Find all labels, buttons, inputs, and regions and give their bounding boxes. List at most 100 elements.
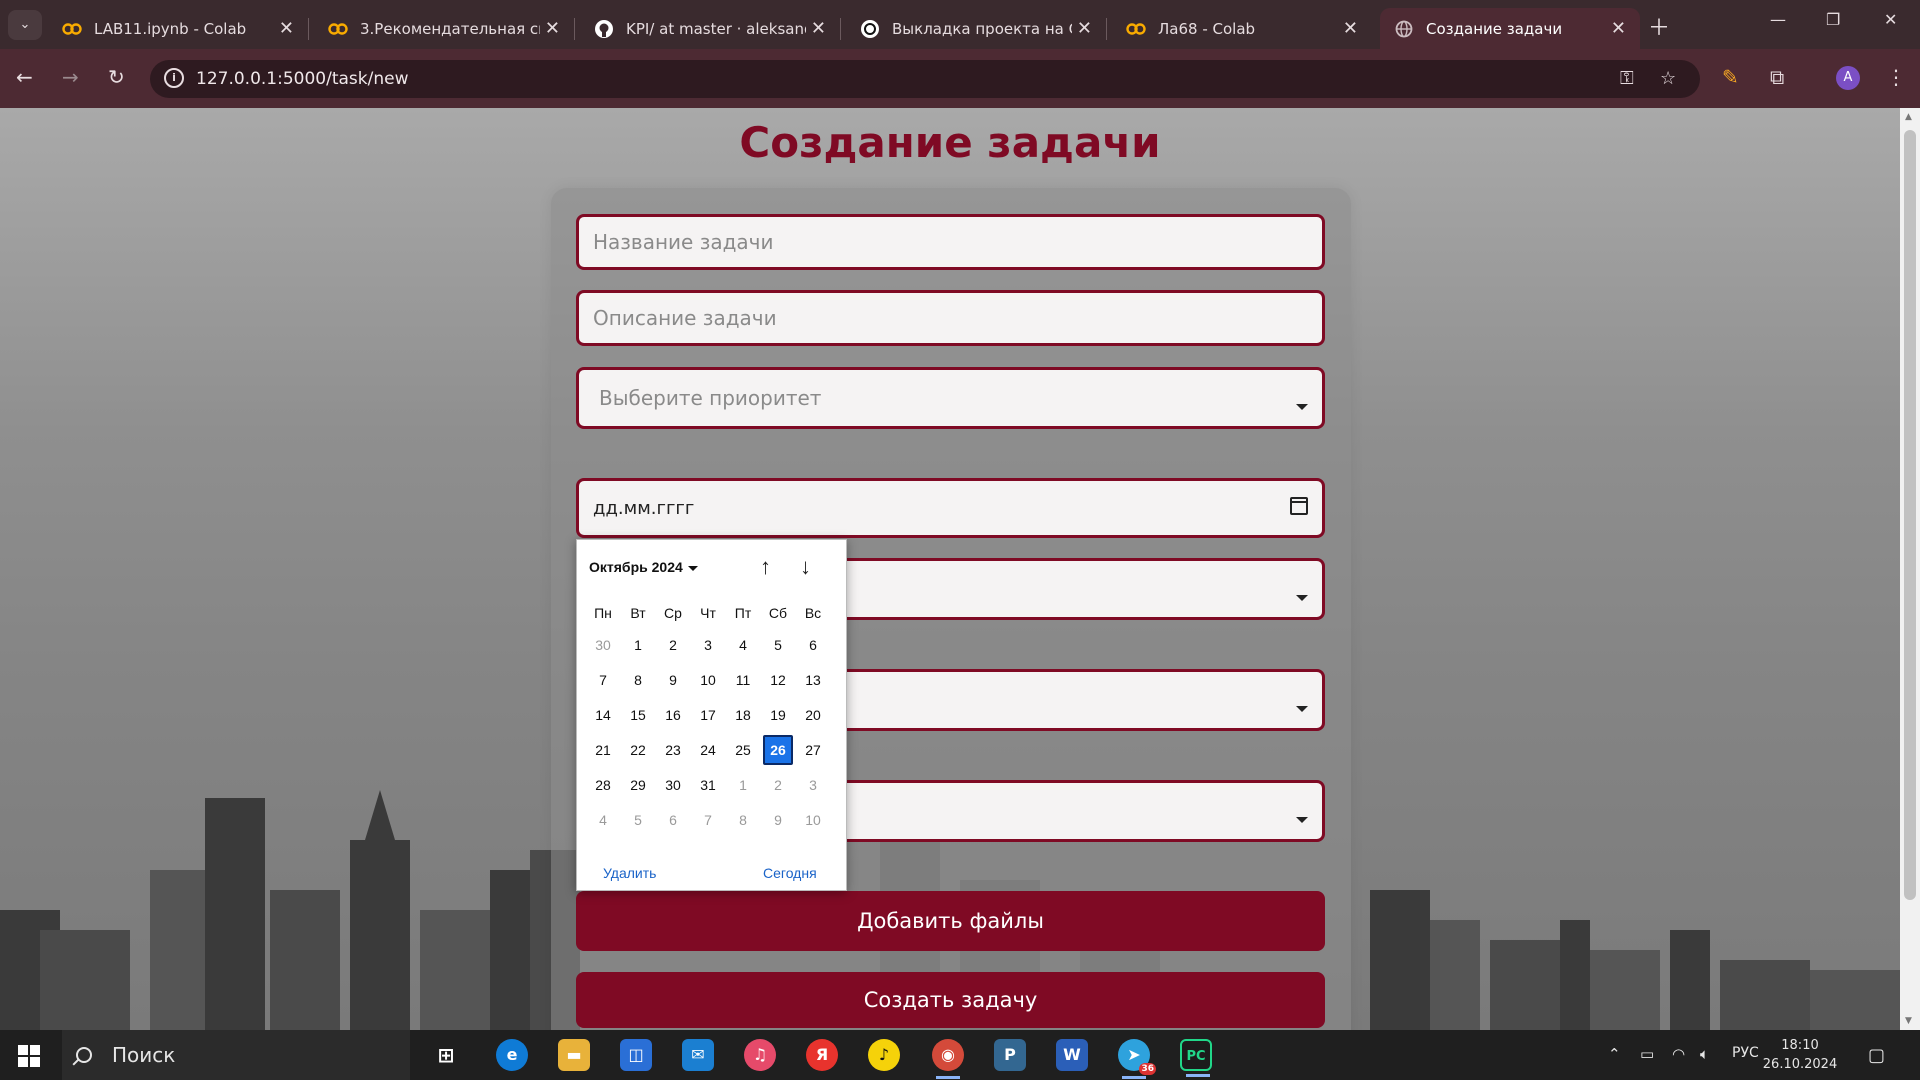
today-button[interactable]: Сегодня	[763, 865, 817, 881]
calendar-day[interactable]: 9	[763, 805, 793, 835]
month-year-selector[interactable]: Октябрь 2024	[589, 559, 698, 575]
tab-search-button[interactable]: ⌄	[8, 10, 42, 40]
calendar-day[interactable]: 19	[763, 700, 793, 730]
windows-start-icon[interactable]	[18, 1045, 40, 1067]
itunes-icon[interactable]: ♫	[744, 1039, 776, 1071]
calendar-day[interactable]: 16	[658, 700, 688, 730]
calendar-day[interactable]: 6	[658, 805, 688, 835]
pencil-icon[interactable]: ✎	[1722, 65, 1739, 89]
scroll-down-arrow-icon[interactable]: ▼	[1905, 1016, 1912, 1026]
calendar-day[interactable]: 1	[623, 630, 653, 660]
scrollbar-thumb[interactable]	[1904, 130, 1916, 900]
url-text[interactable]: 127.0.0.1:5000/task/new	[196, 69, 408, 89]
calendar-day[interactable]: 28	[588, 770, 618, 800]
calendar-icon[interactable]	[1290, 497, 1308, 515]
edge-icon[interactable]: e	[496, 1039, 528, 1071]
close-icon[interactable]: ✕	[545, 18, 560, 39]
calendar-day[interactable]: 5	[763, 630, 793, 660]
calendar-day[interactable]: 9	[658, 665, 688, 695]
calendar-day[interactable]: 29	[623, 770, 653, 800]
new-tab-button[interactable]: ＋	[1648, 10, 1670, 42]
calendar-day[interactable]: 7	[693, 805, 723, 835]
tab-lab11-colab[interactable]: LAB11.ipynb - Colab ✕	[48, 8, 309, 49]
tab-lab68-colab[interactable]: Ла68 - Colab ✕	[1112, 8, 1372, 49]
task-description-input[interactable]: Описание задачи	[576, 290, 1325, 346]
profile-avatar[interactable]: A	[1836, 66, 1860, 90]
tab-chatgpt[interactable]: Выкладка проекта на GitHub ✕	[846, 8, 1107, 49]
yandex-music-icon[interactable]: ♪	[868, 1039, 900, 1071]
word-icon[interactable]: W	[1056, 1039, 1088, 1071]
notifications-icon[interactable]: ▢	[1868, 1045, 1885, 1066]
scroll-up-arrow-icon[interactable]: ▲	[1905, 112, 1912, 122]
mail-icon[interactable]: ✉	[682, 1039, 714, 1071]
store-icon[interactable]: ◫	[620, 1039, 652, 1071]
calendar-day[interactable]: 12	[763, 665, 793, 695]
add-files-button[interactable]: Добавить файлы	[576, 891, 1325, 951]
calendar-day[interactable]: 27	[798, 735, 828, 765]
task-name-input[interactable]: Название задачи	[576, 214, 1325, 270]
tray-overflow-icon[interactable]: ⌃	[1608, 1045, 1621, 1063]
menu-kebab-icon[interactable]: ⋮	[1886, 65, 1906, 89]
calendar-day[interactable]: 4	[728, 630, 758, 660]
calendar-day[interactable]: 2	[658, 630, 688, 660]
task-view-icon[interactable]: ⊞	[430, 1039, 462, 1071]
calendar-day[interactable]: 3	[693, 630, 723, 660]
next-month-arrow-icon[interactable]: ↓	[800, 554, 811, 580]
tab-create-task[interactable]: Создание задачи ✕	[1380, 8, 1640, 49]
close-icon[interactable]: ✕	[811, 18, 826, 39]
calendar-day[interactable]: 21	[588, 735, 618, 765]
calendar-day[interactable]: 24	[693, 735, 723, 765]
close-icon[interactable]: ✕	[279, 18, 294, 39]
window-close-icon[interactable]: ✕	[1884, 10, 1897, 29]
site-info-icon[interactable]: i	[164, 68, 184, 88]
calendar-day[interactable]: 10	[693, 665, 723, 695]
page-scrollbar[interactable]: ▲ ▼	[1900, 108, 1920, 1030]
calendar-day[interactable]: 17	[693, 700, 723, 730]
language-indicator[interactable]: РУС	[1732, 1045, 1759, 1061]
forward-icon[interactable]: →	[62, 65, 79, 89]
yandex-icon[interactable]: Я	[806, 1039, 838, 1071]
minimize-icon[interactable]: —	[1770, 10, 1786, 29]
calendar-day[interactable]: 26	[763, 735, 793, 765]
restore-icon[interactable]: ❐	[1826, 10, 1840, 29]
wifi-icon[interactable]: ◠	[1672, 1045, 1685, 1063]
calendar-day[interactable]: 30	[658, 770, 688, 800]
taskbar-search[interactable]: Поиск	[62, 1030, 410, 1080]
password-key-icon[interactable]: ⚿	[1620, 68, 1634, 89]
close-icon[interactable]: ✕	[1343, 18, 1358, 39]
calendar-day[interactable]: 22	[623, 735, 653, 765]
calendar-day[interactable]: 30	[588, 630, 618, 660]
calendar-day[interactable]: 3	[798, 770, 828, 800]
calendar-day[interactable]: 31	[693, 770, 723, 800]
system-clock[interactable]: 18:10 26.10.2024	[1760, 1036, 1840, 1074]
calendar-day[interactable]: 7	[588, 665, 618, 695]
close-icon[interactable]: ✕	[1611, 18, 1626, 39]
calendar-day[interactable]: 8	[728, 805, 758, 835]
calendar-day[interactable]: 6	[798, 630, 828, 660]
calendar-day[interactable]: 4	[588, 805, 618, 835]
calendar-day[interactable]: 25	[728, 735, 758, 765]
calendar-day[interactable]: 10	[798, 805, 828, 835]
calendar-day[interactable]: 2	[763, 770, 793, 800]
calendar-day[interactable]: 14	[588, 700, 618, 730]
calendar-day[interactable]: 13	[798, 665, 828, 695]
calendar-day[interactable]: 5	[623, 805, 653, 835]
priority-select[interactable]: Выберите приоритет	[576, 367, 1325, 429]
extensions-icon[interactable]: ⧉	[1770, 65, 1784, 89]
calendar-day[interactable]: 11	[728, 665, 758, 695]
tab-github[interactable]: KPI/ at master · aleksandrv ✕	[580, 8, 841, 49]
speaker-mute-icon[interactable]: 🔈︎	[1700, 1045, 1709, 1063]
calendar-day[interactable]: 18	[728, 700, 758, 730]
bookmark-star-icon[interactable]: ☆	[1660, 68, 1676, 89]
pycharm-icon[interactable]: PC	[1180, 1039, 1212, 1077]
calendar-day[interactable]: 8	[623, 665, 653, 695]
close-icon[interactable]: ✕	[1077, 18, 1092, 39]
postgresql-icon[interactable]: P	[994, 1039, 1026, 1071]
calendar-day[interactable]: 20	[798, 700, 828, 730]
create-task-button[interactable]: Создать задачу	[576, 972, 1325, 1028]
battery-icon[interactable]: ▭	[1640, 1045, 1654, 1063]
tab-recommender-colab[interactable]: 3.Рекомендательная систем ✕	[314, 8, 575, 49]
calendar-day[interactable]: 23	[658, 735, 688, 765]
previous-month-arrow-icon[interactable]: ↑	[760, 554, 771, 580]
address-bar[interactable]: i 127.0.0.1:5000/task/new ⚿ ☆	[150, 60, 1700, 98]
